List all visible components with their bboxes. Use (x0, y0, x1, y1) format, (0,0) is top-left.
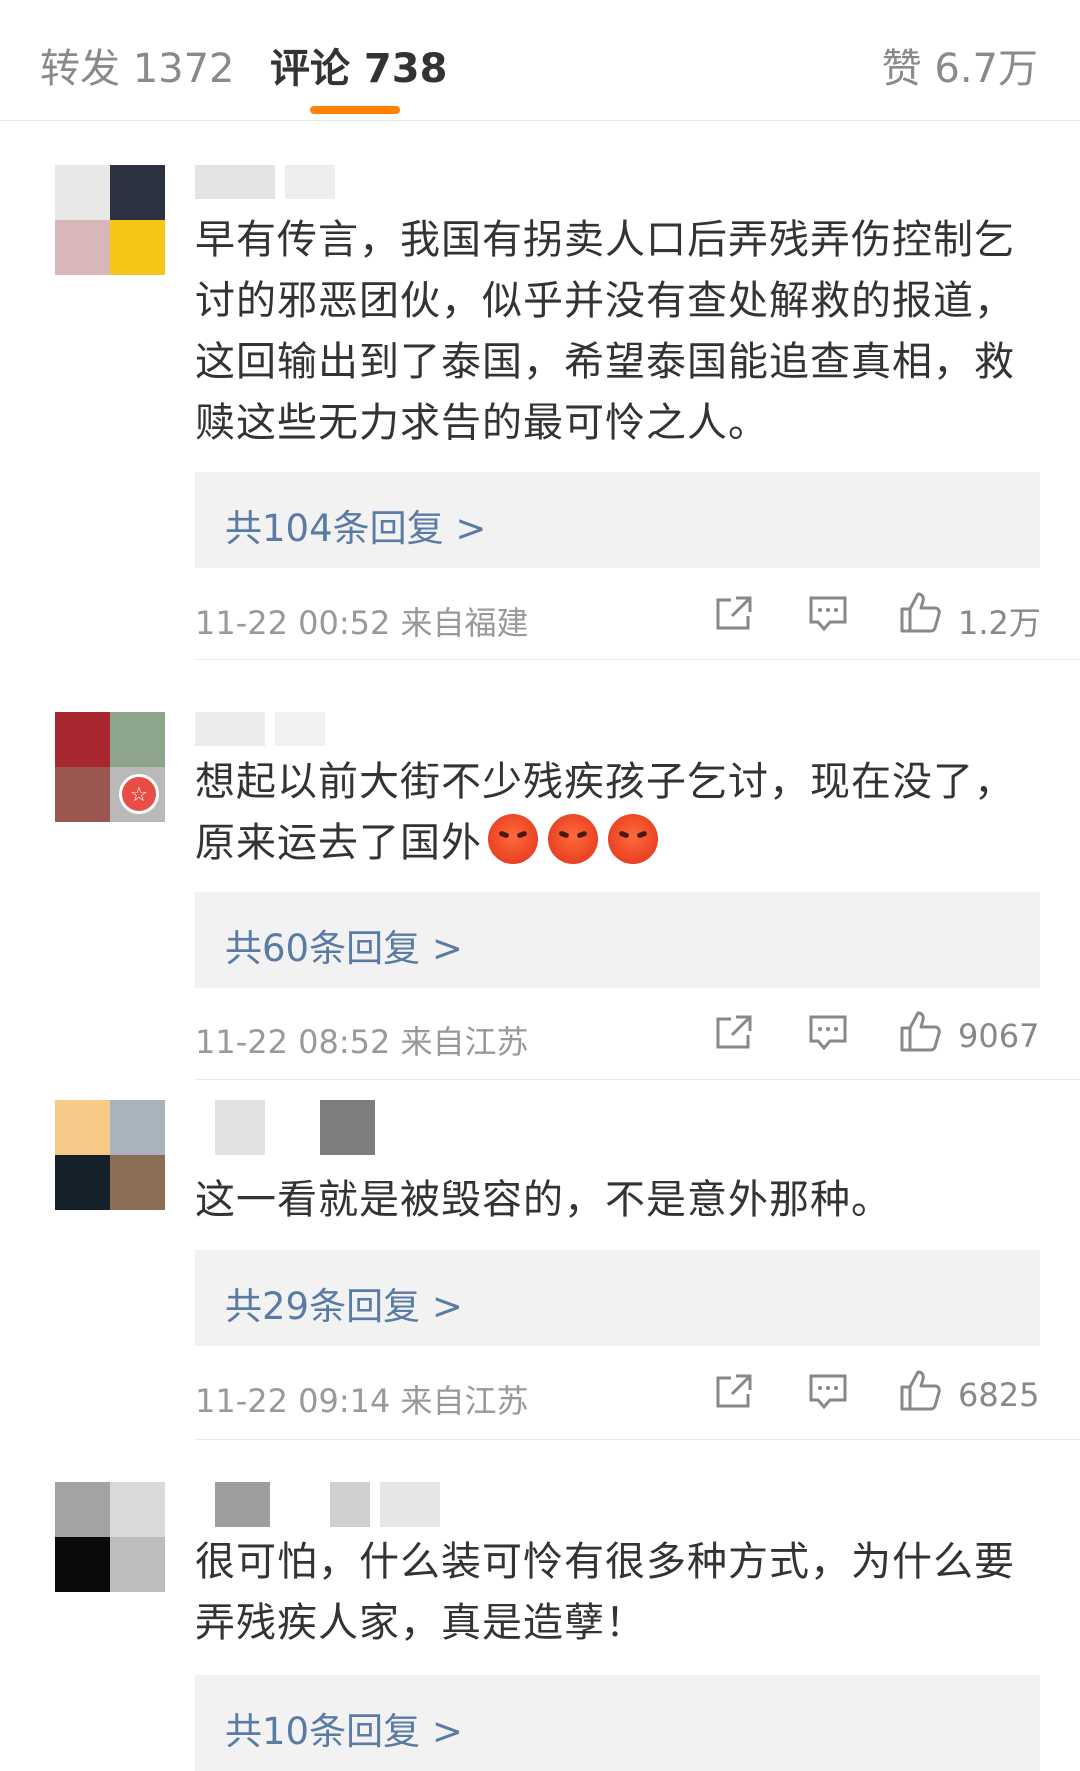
comment-item: 很可怕，什么装可怜有很多种方式，为什么要弄残疾人家，真是造孽！ 共10条回复 > (0, 1440, 1080, 1771)
replies-link[interactable]: 共60条回复 > (195, 892, 1040, 988)
username-redacted[interactable] (195, 712, 335, 746)
like-count: 9067 (958, 1017, 1040, 1055)
like-count: 1.2万 (958, 604, 1041, 642)
avatar[interactable] (55, 165, 165, 275)
comment-icon[interactable] (808, 1372, 848, 1416)
comment-item: ☆ 想起以前大街不少残疾孩子乞讨，现在没了，原来运去了国外 共60条回复 > 1… (0, 660, 1080, 1080)
tab-repost[interactable]: 转发 1372 (40, 36, 235, 94)
like-count: 6825 (958, 1376, 1040, 1414)
comment-text: 很可怕，什么装可怜有很多种方式，为什么要弄残疾人家，真是造孽！ (195, 1539, 1015, 1646)
avatar[interactable] (55, 1100, 165, 1210)
replies-link[interactable]: 共29条回复 > (195, 1250, 1040, 1346)
username-redacted[interactable] (195, 1482, 450, 1527)
tab-comments[interactable]: 评论 738 (270, 36, 447, 94)
comment-text: 这一看就是被毁容的，不是意外那种。 (195, 1177, 892, 1223)
like-icon[interactable] (898, 1368, 942, 1412)
comment-item: 这一看就是被毁容的，不是意外那种。 共29条回复 > 11-22 09:14 来… (0, 1080, 1080, 1440)
share-icon[interactable] (714, 1013, 754, 1057)
username-redacted[interactable] (195, 1100, 385, 1155)
comment-tabs: 转发 1372 评论 738 赞 6.7万 (0, 0, 1080, 121)
comment-meta: 11-22 09:14 来自江苏 (195, 1382, 529, 1420)
replies-label: 共60条回复 > (225, 927, 463, 970)
replies-label: 共29条回复 > (225, 1285, 463, 1328)
comment-item: 早有传言，我国有拐卖人口后弄残弄伤控制乞讨的邪恶团伙，似乎并没有查处解救的报道，… (0, 120, 1080, 660)
like-icon[interactable] (898, 590, 942, 634)
comment-meta: 11-22 00:52 来自福建 (195, 604, 529, 642)
angry-emoji-icon (488, 814, 538, 864)
replies-link[interactable]: 共104条回复 > (195, 472, 1040, 568)
comment-text-body: 想起以前大街不少残疾孩子乞讨，现在没了，原来运去了国外 (195, 759, 1015, 866)
replies-label: 共10条回复 > (225, 1710, 463, 1753)
angry-emoji-icon (548, 814, 598, 864)
comment-meta: 11-22 08:52 来自江苏 (195, 1023, 529, 1061)
avatar[interactable] (55, 1482, 165, 1592)
verified-badge-icon: ☆ (119, 774, 159, 814)
share-icon[interactable] (714, 1372, 754, 1416)
active-tab-indicator (310, 106, 400, 114)
share-icon[interactable] (714, 594, 754, 638)
comment-icon[interactable] (808, 594, 848, 638)
replies-label: 共104条回复 > (225, 507, 487, 550)
username-redacted[interactable] (195, 165, 345, 199)
tab-likes[interactable]: 赞 6.7万 (882, 36, 1038, 94)
comment-icon[interactable] (808, 1013, 848, 1057)
avatar[interactable]: ☆ (55, 712, 165, 822)
comment-text: 想起以前大街不少残疾孩子乞讨，现在没了，原来运去了国外 (195, 752, 1045, 874)
like-icon[interactable] (898, 1009, 942, 1053)
angry-emoji-icon (608, 814, 658, 864)
comment-text: 早有传言，我国有拐卖人口后弄残弄伤控制乞讨的邪恶团伙，似乎并没有查处解救的报道，… (195, 217, 1015, 446)
replies-link[interactable]: 共10条回复 > (195, 1675, 1040, 1771)
